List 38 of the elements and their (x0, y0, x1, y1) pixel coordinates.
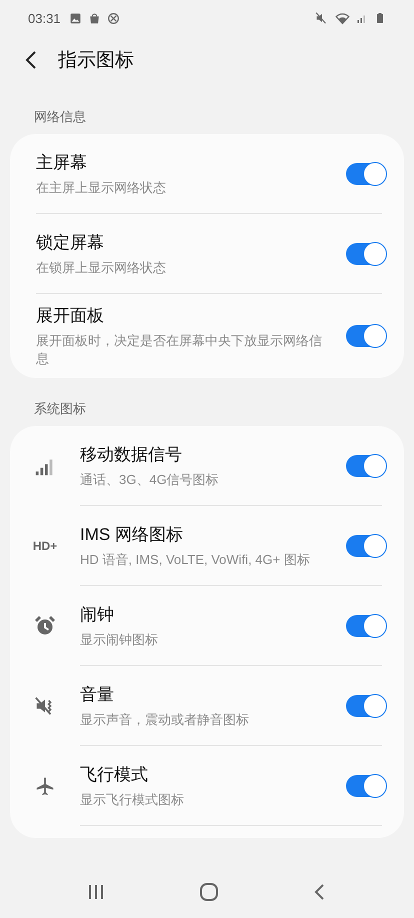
toggle-switch[interactable] (346, 325, 386, 348)
setting-title: 音量 (80, 684, 115, 706)
toggle-switch[interactable] (346, 243, 386, 265)
setting-title: 飞行模式 (80, 764, 149, 786)
airplane-icon (34, 775, 56, 798)
home-icon[interactable] (199, 882, 219, 902)
setting-description: 通话、3G、4G信号图标 (80, 471, 220, 490)
battery-icon (374, 11, 386, 25)
setting-title: 锁定屏幕 (36, 232, 105, 254)
bag-icon (88, 12, 101, 24)
setting-description: 显示闹钟图标 (80, 631, 159, 650)
back-button[interactable] (24, 50, 38, 70)
setting-description: 显示声音，震动或者静音图标 (80, 711, 250, 730)
toggle-switch[interactable] (346, 695, 386, 718)
setting-title: 展开面板 (36, 305, 105, 327)
setting-description: HD 语音, IMS, VoLTE, VoWifi, 4G+ 图标 (80, 551, 311, 570)
section-title: 网络信息 (33, 108, 87, 126)
page-title: 指示图标 (58, 49, 134, 73)
setting-title: 主屏幕 (36, 152, 88, 174)
recent-apps-icon[interactable] (87, 883, 105, 901)
image-icon (68, 12, 82, 24)
toggle-switch[interactable] (346, 775, 386, 798)
setting-title: 移动数据信号 (80, 444, 183, 466)
setting-description: 在主屏上显示网络状态 (36, 178, 167, 197)
toggle-switch[interactable] (346, 455, 386, 478)
setting-title: IMS 网络图标 (80, 524, 184, 546)
setting-description: 在锁屏上显示网络状态 (36, 258, 167, 277)
toggle-switch[interactable] (346, 163, 386, 185)
setting-description: 显示飞行模式图标 (80, 791, 185, 810)
hd-plus-label: HD+ (32, 539, 58, 554)
setting-title: 闹钟 (80, 604, 115, 626)
setting-description: 展开面板时，决定是否在屏幕中央下放显示网络信息 (36, 332, 323, 368)
wifi-icon (335, 10, 350, 26)
toggle-switch[interactable] (346, 615, 386, 638)
status-time: 03:31 (28, 10, 61, 26)
section-title: 系统图标 (33, 400, 87, 418)
toggle-switch[interactable] (346, 535, 386, 558)
blocked-icon (106, 12, 120, 24)
